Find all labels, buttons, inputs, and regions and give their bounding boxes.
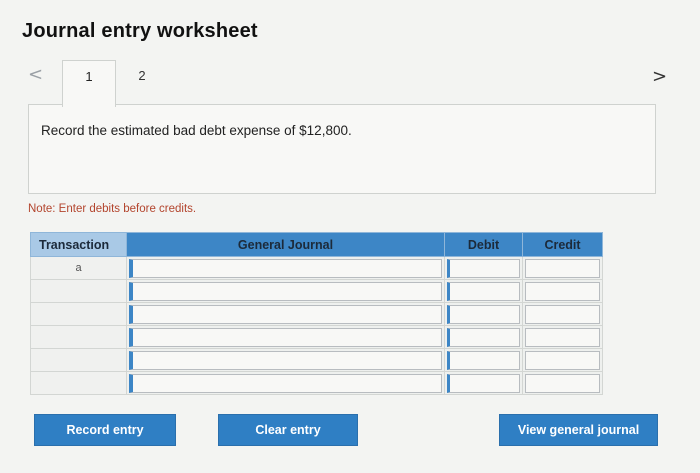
credit-input[interactable] <box>525 304 600 324</box>
transaction-cell <box>30 279 127 303</box>
prompt-panel: Record the estimated bad debt expense of… <box>28 104 656 194</box>
credit-input[interactable] <box>525 258 600 278</box>
header-general-journal: General Journal <box>126 232 445 257</box>
table-row <box>30 371 603 395</box>
debit-input[interactable] <box>447 304 520 324</box>
debit-input[interactable] <box>447 281 520 301</box>
page-title: Journal entry worksheet <box>22 20 258 42</box>
debit-input[interactable] <box>447 258 520 278</box>
record-entry-button[interactable]: Record entry <box>34 414 176 446</box>
header-debit: Debit <box>444 232 523 257</box>
table-row: a <box>30 256 603 280</box>
general-journal-input[interactable] <box>129 281 442 301</box>
general-journal-input[interactable] <box>129 373 442 393</box>
debit-input[interactable] <box>447 373 520 393</box>
general-journal-input[interactable] <box>129 258 442 278</box>
transaction-cell <box>30 348 127 372</box>
header-transaction: Transaction <box>30 232 127 257</box>
transaction-cell: a <box>30 256 127 280</box>
credit-input[interactable] <box>525 373 600 393</box>
general-journal-input[interactable] <box>129 350 442 370</box>
table-row <box>30 302 603 326</box>
tab-2[interactable]: 2 <box>122 60 162 104</box>
table-header-row: Transaction General Journal Debit Credit <box>30 232 603 257</box>
prompt-text: Record the estimated bad debt expense of… <box>41 123 352 138</box>
table-row <box>30 279 603 303</box>
tab-1[interactable]: 1 <box>62 60 116 107</box>
view-general-journal-button[interactable]: View general journal <box>499 414 658 446</box>
table-row <box>30 348 603 372</box>
general-journal-input[interactable] <box>129 327 442 347</box>
chevron-right-icon[interactable]: > <box>652 66 667 87</box>
clear-entry-button[interactable]: Clear entry <box>218 414 358 446</box>
credit-input[interactable] <box>525 281 600 301</box>
journal-table: Transaction General Journal Debit Credit… <box>30 232 603 395</box>
credit-input[interactable] <box>525 350 600 370</box>
debit-input[interactable] <box>447 350 520 370</box>
debit-input[interactable] <box>447 327 520 347</box>
transaction-cell <box>30 302 127 326</box>
transaction-cell <box>30 325 127 349</box>
credit-input[interactable] <box>525 327 600 347</box>
transaction-cell <box>30 371 127 395</box>
header-credit: Credit <box>522 232 603 257</box>
general-journal-input[interactable] <box>129 304 442 324</box>
note-text: Note: Enter debits before credits. <box>28 203 197 215</box>
chevron-left-icon[interactable]: < <box>28 64 43 85</box>
table-row <box>30 325 603 349</box>
